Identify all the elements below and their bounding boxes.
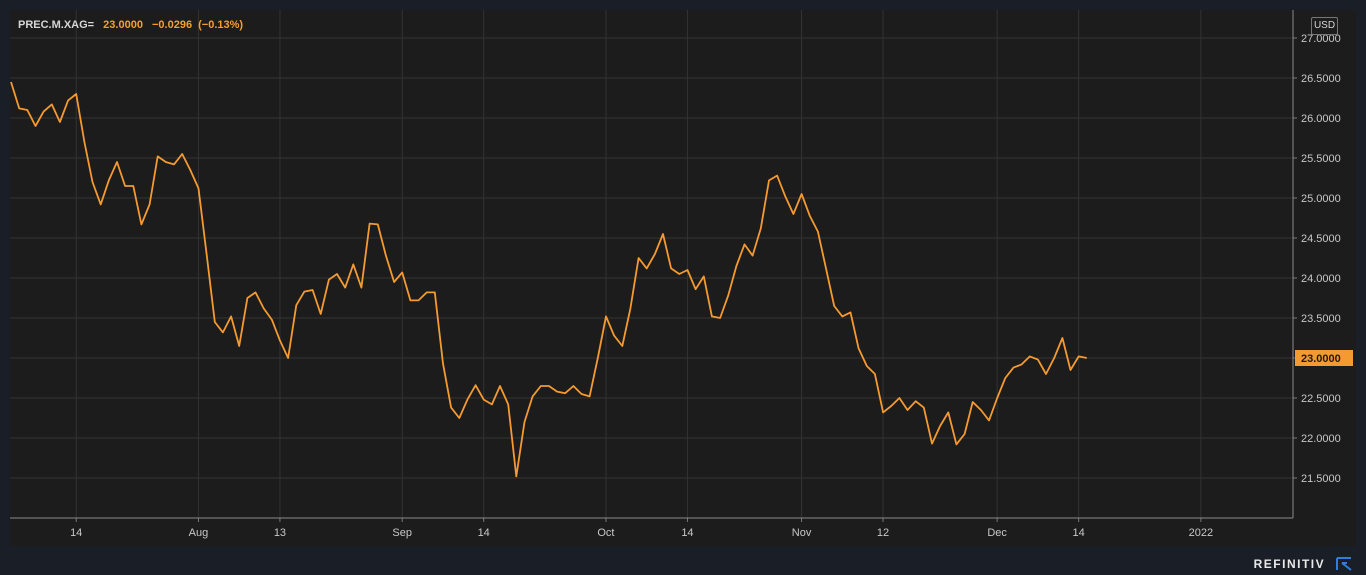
brand-logo: REFINITIV <box>1254 557 1352 571</box>
x-tick-label: Sep <box>392 527 412 539</box>
y-tick-label: 22.0000 <box>1301 433 1341 445</box>
x-tick-label: Dec <box>987 527 1007 539</box>
x-tick-label: Aug <box>189 527 209 539</box>
x-tick-label: 14 <box>1073 527 1085 539</box>
series-line[interactable] <box>10 81 1087 478</box>
x-tick-label: Nov <box>792 527 812 539</box>
currency-badge[interactable]: USD <box>1311 17 1338 35</box>
x-tick-label: 12 <box>877 527 889 539</box>
instrument-header: PREC.M.XAG= 23.0000 −0.0296 (−0.13%) <box>18 19 243 31</box>
x-tick-label: 14 <box>478 527 490 539</box>
price-change-percent: (−0.13%) <box>198 19 244 31</box>
y-tick-label: 25.5000 <box>1301 153 1341 165</box>
y-tick-label: 24.5000 <box>1301 233 1341 245</box>
y-tick-label: 24.0000 <box>1301 273 1341 285</box>
y-tick-label: 26.0000 <box>1301 113 1341 125</box>
refinitiv-logo-icon <box>1336 557 1352 571</box>
brand-name: REFINITIV <box>1253 557 1326 571</box>
instrument-symbol: PREC.M.XAG= <box>18 19 95 31</box>
x-tick-label: 13 <box>274 527 286 539</box>
x-tick-label: 14 <box>681 527 693 539</box>
x-tick-label: 2022 <box>1189 527 1213 539</box>
price-chart[interactable]: 27.000026.500026.000025.500025.000024.50… <box>10 10 1356 546</box>
chart-panel: 27.0000 26.5000 26.0000 25.5000 25.0000 24.50… <box>10 10 1356 546</box>
x-tick-label: 14 <box>70 527 82 539</box>
y-tick-label: 26.5000 <box>1301 73 1341 85</box>
y-tick-label: 25.0000 <box>1301 193 1341 205</box>
y-tick-label: 23.5000 <box>1301 313 1341 325</box>
last-price: 23.0000 <box>103 19 143 31</box>
x-tick-label: Oct <box>597 527 614 539</box>
y-tick-label: 21.5000 <box>1301 473 1341 485</box>
y-tick-label: 22.5000 <box>1301 393 1341 405</box>
price-change: −0.0296 <box>152 19 193 31</box>
last-value-label: 23.0000 <box>1301 353 1341 365</box>
